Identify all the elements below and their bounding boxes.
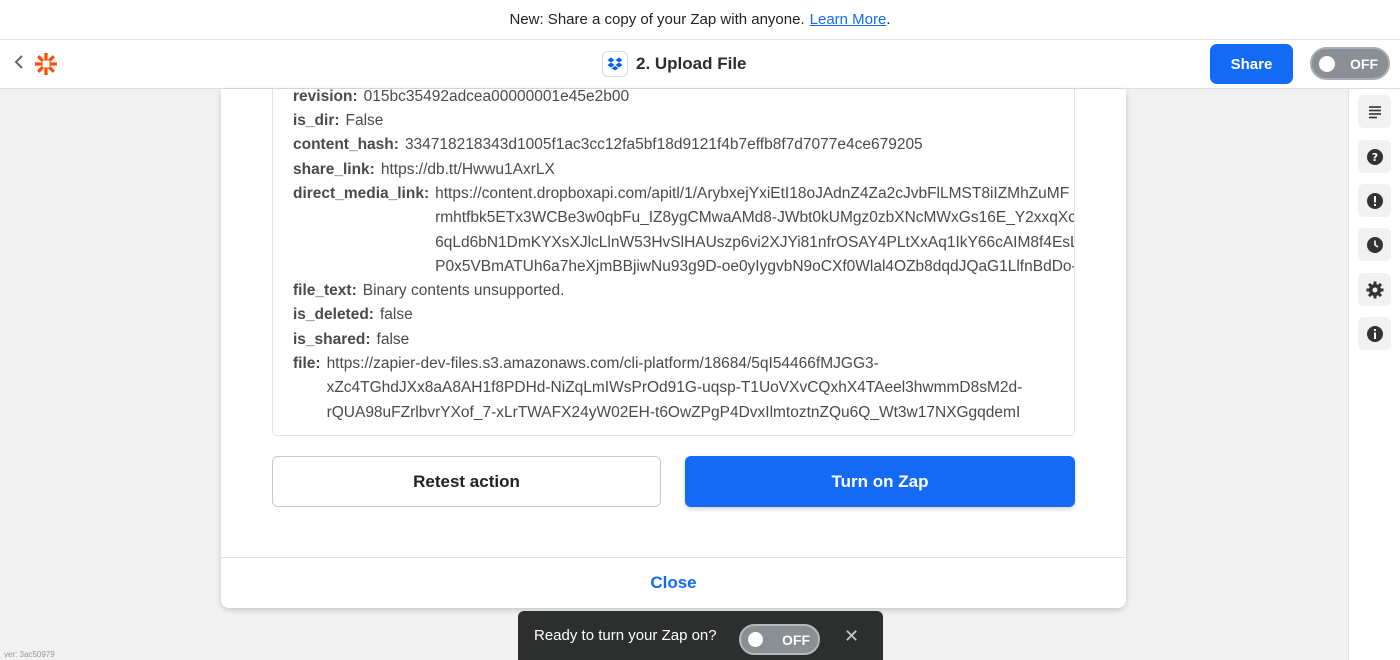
toggle-label: OFF	[1350, 56, 1378, 72]
help-icon[interactable]: ?	[1358, 140, 1391, 173]
editor-header: 2. Upload File Share OFF	[0, 40, 1400, 89]
ready-toast: Ready to turn your Zap on? OFF ✕	[518, 611, 883, 660]
field-value: 015bc35492adcea00000001e45e2b00	[363, 89, 630, 105]
turn-on-zap-button[interactable]: Turn on Zap	[685, 456, 1075, 507]
toggle-knob	[1319, 56, 1335, 72]
retest-action-button[interactable]: Retest action	[272, 456, 661, 507]
field-row: file_text: Binary contents unsupported.	[293, 279, 564, 303]
field-key: share_link:	[293, 161, 375, 178]
field-value: false	[379, 306, 413, 323]
field-row: is_shared: false	[293, 328, 409, 352]
field-key: file_text:	[293, 282, 357, 299]
svg-text:?: ?	[1371, 151, 1377, 164]
zap-step-title[interactable]: 2. Upload File	[602, 51, 747, 77]
field-row: is_dir: False	[293, 109, 383, 133]
field-value: https://content.dropboxapi.com/apitl/1/A…	[435, 185, 1075, 275]
field-value: Binary contents unsupported.	[362, 282, 565, 299]
toggle-label: OFF	[782, 632, 810, 648]
zap-on-off-toggle[interactable]: OFF	[1310, 47, 1390, 80]
field-row: direct_media_link: https://content.dropb…	[293, 182, 1075, 279]
back-chevron-icon[interactable]	[14, 54, 28, 74]
field-row: content_hash: 334718218343d1005f1ac3cc12…	[293, 133, 923, 157]
test-result-modal: revision: 015bc35492adcea00000001e45e2b0…	[221, 89, 1126, 608]
settings-icon[interactable]	[1358, 273, 1391, 306]
field-key: is_deleted:	[293, 306, 374, 323]
toast-on-off-toggle[interactable]: OFF	[739, 624, 820, 655]
field-row: revision: 015bc35492adcea00000001e45e2b0…	[293, 89, 629, 109]
toast-message: Ready to turn your Zap on?	[534, 627, 717, 644]
announcement-banner: New: Share a copy of your Zap with anyon…	[0, 0, 1400, 40]
field-key: revision:	[293, 89, 358, 105]
banner-text: New: Share a copy of your Zap with anyon…	[509, 11, 805, 28]
field-value: https://db.tt/Hwwu1AxrLX	[380, 161, 555, 178]
version-label: ver: 3ac50979	[4, 650, 55, 659]
info-icon[interactable]	[1358, 317, 1391, 350]
field-value: false	[376, 331, 410, 348]
close-button[interactable]: Close	[650, 573, 696, 593]
field-key: direct_media_link:	[293, 185, 430, 202]
learn-more-link[interactable]: Learn More	[810, 11, 887, 28]
field-value: False	[345, 112, 384, 129]
right-sidebar: ?	[1348, 89, 1400, 660]
close-icon[interactable]: ✕	[844, 627, 859, 645]
field-key: is_dir:	[293, 112, 340, 129]
field-key: content_hash:	[293, 136, 399, 153]
toggle-knob	[748, 632, 763, 647]
alert-icon[interactable]	[1358, 184, 1391, 217]
details-icon[interactable]	[1358, 95, 1391, 128]
field-value: https://zapier-dev-files.s3.amazonaws.co…	[326, 355, 1023, 421]
field-row: file: https://zapier-dev-files.s3.amazon…	[293, 352, 1022, 425]
field-key: file:	[293, 355, 321, 372]
history-icon[interactable]	[1358, 228, 1391, 261]
field-row: is_deleted: false	[293, 303, 413, 327]
test-output-fields: revision: 015bc35492adcea00000001e45e2b0…	[272, 89, 1075, 436]
field-value: 334718218343d1005f1ac3cc12fa5bf18d9121f4…	[404, 136, 923, 153]
share-button[interactable]: Share	[1210, 44, 1293, 84]
field-key: is_shared:	[293, 331, 371, 348]
zapier-logo-icon[interactable]	[34, 52, 58, 76]
page-title: 2. Upload File	[636, 54, 747, 73]
modal-footer: Close	[221, 557, 1126, 608]
field-row: share_link: https://db.tt/Hwwu1AxrLX	[293, 158, 555, 182]
dropbox-icon	[602, 51, 628, 77]
